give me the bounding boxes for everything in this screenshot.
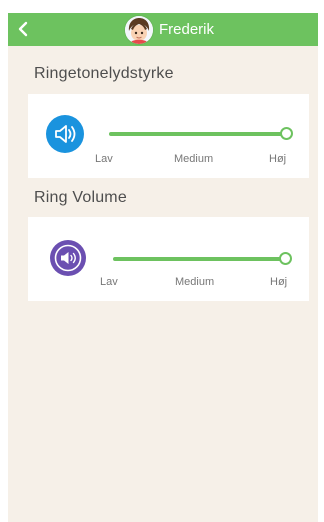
child-avatar-icon: [125, 16, 153, 44]
header-bar: Frederik: [8, 13, 318, 46]
ring-volume-card: Lav Medium Høj: [28, 217, 309, 301]
ringtone-volume-card: Lav Medium Høj: [28, 94, 309, 178]
ring-volume-slider-handle[interactable]: [279, 252, 292, 265]
section-label-ringtone-volume: Ringetonelydstyrke: [34, 65, 174, 82]
scale-label-medium: Medium: [174, 153, 214, 165]
scale-label-high: Høj: [269, 153, 287, 165]
page-title: Frederik: [159, 21, 215, 38]
speaker-glyph-icon: [54, 244, 82, 272]
ring-volume-slider[interactable]: [113, 257, 284, 261]
section-label-ring-volume: Ring Volume: [34, 189, 127, 206]
ringtone-volume-slider[interactable]: [109, 132, 287, 136]
avatar[interactable]: [125, 16, 153, 44]
ringtone-volume-slider-handle[interactable]: [280, 127, 293, 140]
scale-label-low: Lav: [100, 276, 118, 288]
scale-label-low: Lav: [95, 153, 113, 165]
chevron-left-icon[interactable]: [14, 19, 34, 39]
scale-label-high: Høj: [270, 276, 288, 288]
speaker-icon: [46, 115, 84, 153]
back-icon: [18, 21, 28, 37]
app-screen: Frederik Ringetonelydstyrke Lav Medium H…: [8, 13, 318, 522]
scale-label-medium: Medium: [175, 276, 215, 288]
speaker-icon: [50, 240, 86, 276]
speaker-glyph-icon: [55, 125, 76, 143]
